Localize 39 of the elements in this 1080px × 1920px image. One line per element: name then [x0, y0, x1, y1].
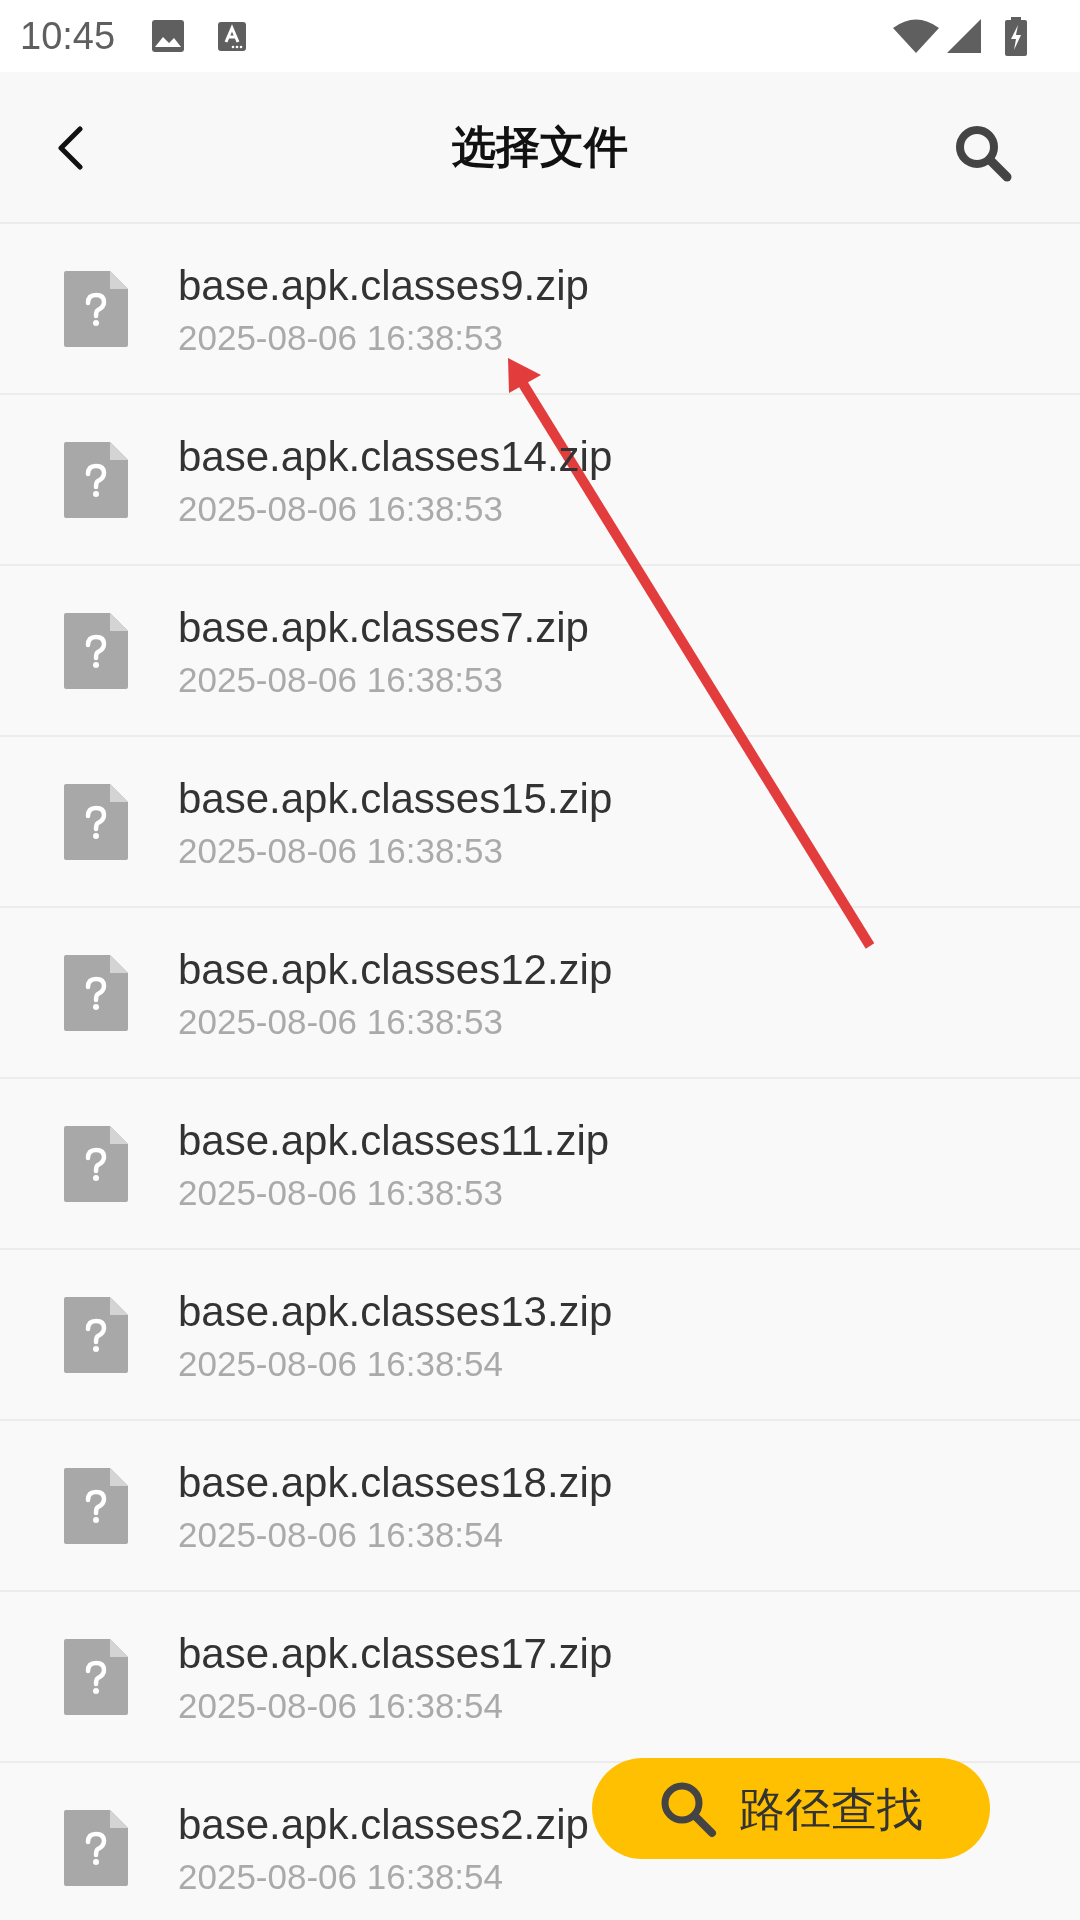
file-date: 2025-08-06 16:38:53 [178, 1001, 504, 1042]
path-search-button[interactable]: 路径查找 [592, 1758, 990, 1859]
file-name: base.apk.classes17.zip [178, 1629, 613, 1678]
signal-icon [947, 19, 981, 53]
file-name: base.apk.classes11.zip [178, 1116, 610, 1165]
file-date: 2025-08-06 16:38:53 [178, 488, 504, 529]
letter-tile-icon [218, 21, 247, 51]
file-date: 2025-08-06 16:38:53 [178, 659, 504, 700]
file-name: base.apk.classes15.zip [178, 774, 613, 823]
unknown-file-icon [64, 1125, 128, 1202]
battery-charging-icon [1005, 16, 1027, 56]
chevron-left-icon [56, 126, 84, 170]
file-date: 2025-08-06 16:38:53 [178, 1172, 504, 1213]
file-name: base.apk.classes12.zip [178, 945, 613, 994]
page-title: 选择文件 [452, 125, 628, 169]
file-name: base.apk.classes13.zip [178, 1287, 613, 1336]
file-date: 2025-08-06 16:38:53 [178, 830, 504, 871]
unknown-file-icon [64, 441, 128, 518]
file-date: 2025-08-06 16:38:54 [178, 1856, 504, 1897]
file-name: base.apk.classes7.zip [178, 603, 589, 652]
search-icon [953, 123, 1013, 183]
unknown-file-icon [64, 1467, 128, 1544]
unknown-file-icon [64, 1809, 128, 1886]
unknown-file-icon [64, 783, 128, 860]
unknown-file-icon [64, 1638, 128, 1715]
file-date: 2025-08-06 16:38:54 [178, 1514, 504, 1555]
file-date: 2025-08-06 16:38:54 [178, 1343, 504, 1384]
file-date: 2025-08-06 16:38:54 [178, 1685, 504, 1726]
unknown-file-icon [64, 1296, 128, 1373]
status-time: 10:45 [20, 17, 116, 55]
image-icon [152, 20, 185, 52]
file-date: 2025-08-06 16:38:53 [178, 317, 504, 358]
unknown-file-icon [64, 270, 128, 347]
unknown-file-icon [64, 954, 128, 1031]
file-name: base.apk.classes18.zip [178, 1458, 613, 1507]
file-name: base.apk.classes2.zip [178, 1800, 589, 1849]
wifi-icon [893, 19, 939, 53]
file-name: base.apk.classes9.zip [178, 261, 589, 310]
unknown-file-icon [64, 612, 128, 689]
